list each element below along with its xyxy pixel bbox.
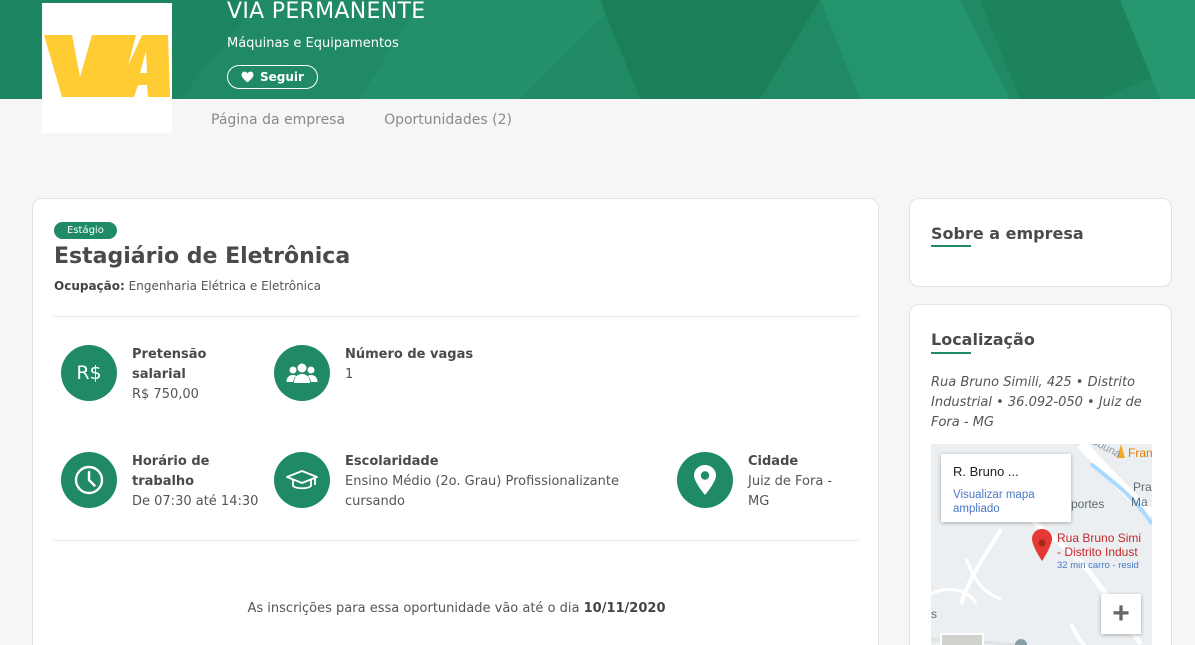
application-deadline: As inscrições para essa oportunidade vão…: [33, 601, 880, 616]
schedule-value: De 07:30 até 14:30: [132, 494, 259, 509]
map-pin-label-line: - Distrito Indust: [1057, 545, 1138, 559]
map-area-label: Pra: [1133, 480, 1152, 494]
currency-icon: R$: [61, 345, 117, 401]
occupation-label: Ocupação:: [54, 279, 125, 293]
banner-background-pattern: [0, 0, 1195, 99]
company-banner: VIA PERMANENTE Máquinas e Equipamentos S…: [0, 0, 1195, 99]
openings-info: Número de vagas 1: [274, 345, 545, 401]
job-occupation: Ocupação: Engenharia Elétrica e Eletrôni…: [54, 279, 321, 293]
salary-value: R$ 750,00: [132, 387, 199, 402]
location-map[interactable]: ubuna Fran Pra Ma portes s Rua Bruno Sim…: [931, 444, 1152, 645]
view-larger-map-link[interactable]: Visualizar mapa ampliado: [953, 488, 1059, 516]
via-logo-mark: [44, 35, 170, 97]
education-value: Ensino Médio (2o. Grau) Profissionalizan…: [345, 474, 619, 509]
salary-info: R$ Pretensão salarial R$ 750,00: [61, 345, 262, 405]
job-card: Estágio Estagiário de Eletrônica Ocupaçã…: [32, 198, 879, 645]
map-pin-route-label: 32 min carro - resid: [1057, 560, 1139, 571]
users-icon-glyph: [286, 363, 318, 383]
map-pin-label: Rua Bruno Simi - Distrito Indust 32 min …: [1057, 531, 1141, 573]
graduation-cap-icon-glyph: [286, 470, 318, 490]
map-pin-icon: [677, 452, 733, 508]
divider: [53, 316, 859, 317]
deadline-text: As inscrições para essa oportunidade vão…: [247, 601, 580, 616]
deadline-date: 10/11/2020: [583, 601, 666, 616]
heart-icon: [241, 71, 254, 83]
education-info: Escolaridade Ensino Médio (2o. Grau) Pro…: [274, 452, 645, 512]
salary-label: Pretensão salarial: [132, 347, 207, 382]
map-area-label: Ma: [1131, 495, 1148, 509]
map-street-label: portes: [1071, 497, 1105, 511]
company-name: VIA PERMANENTE: [227, 0, 426, 24]
clock-icon: [61, 452, 117, 508]
tab-company-page[interactable]: Página da empresa: [211, 112, 345, 128]
follow-button-label: Seguir: [260, 70, 304, 84]
graduation-cap-icon: [274, 452, 330, 508]
map-poi-label: Fran: [1128, 446, 1152, 460]
map-info-window: R. Bruno ... Visualizar mapa ampliado: [941, 454, 1071, 522]
about-company-title[interactable]: Sobre a empresa: [931, 224, 1084, 243]
city-value: Juiz de Fora - MG: [748, 474, 833, 509]
job-title: Estagiário de Eletrônica: [54, 244, 351, 269]
users-icon: [274, 345, 330, 401]
company-address: Rua Bruno Simili, 425 • Distrito Industr…: [931, 375, 1142, 430]
about-company-card: Sobre a empresa: [909, 198, 1172, 287]
openings-value: 1: [345, 367, 354, 382]
tab-opportunities[interactable]: Oportunidades (2): [384, 112, 512, 128]
schedule-label: Horário de trabalho: [132, 454, 210, 489]
map-edge-label: s: [931, 607, 937, 621]
occupation-value: Engenharia Elétrica e Eletrônica: [128, 279, 321, 293]
company-tabs: Página da empresa Oportunidades (2): [211, 112, 512, 128]
clock-icon-glyph: [74, 465, 104, 495]
follow-button[interactable]: Seguir: [227, 65, 318, 89]
title-underline: [931, 245, 971, 247]
location-title: Localização: [931, 330, 1035, 349]
currency-icon-text: R$: [76, 362, 102, 384]
company-sector: Máquinas e Equipamentos: [227, 36, 399, 51]
divider: [53, 540, 859, 541]
city-label: Cidade: [748, 454, 799, 469]
city-info: Cidade Juiz de Fora - MG: [677, 452, 848, 512]
map-pin-icon-glyph: [694, 465, 716, 495]
map-pin-label-line: Rua Bruno Simi: [1057, 531, 1142, 545]
schedule-info: Horário de trabalho De 07:30 até 14:30: [61, 452, 262, 512]
location-card: Localização Rua Bruno Simili, 425 • Dist…: [909, 304, 1172, 645]
openings-label: Número de vagas: [345, 347, 474, 362]
map-info-title: R. Bruno ...: [953, 464, 1019, 479]
title-underline: [931, 352, 971, 354]
job-type-badge: Estágio: [54, 222, 117, 239]
map-zoom-in-button[interactable]: +: [1101, 594, 1141, 634]
company-logo[interactable]: [42, 3, 172, 133]
education-label: Escolaridade: [345, 454, 439, 469]
